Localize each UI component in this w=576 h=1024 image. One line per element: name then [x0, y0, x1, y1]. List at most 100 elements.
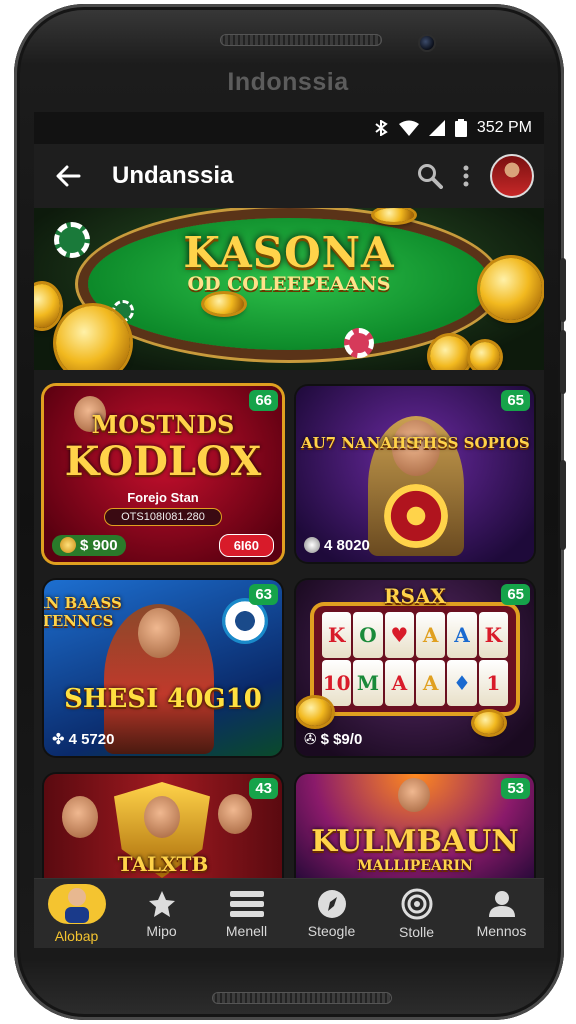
card-footer: 4 8020: [296, 528, 534, 562]
bottom-speaker: [212, 992, 392, 1004]
game-card[interactable]: WIORN BAASS SANTENNCS SHESI 40G10 63 ✤ 4…: [44, 580, 282, 756]
bezel-label: Indonssia: [227, 68, 349, 96]
reel-symbol: A: [447, 612, 477, 658]
price-value: $ $9/0: [320, 730, 363, 748]
app-bar: Undanssia: [34, 144, 544, 208]
reel-symbol: ♦: [447, 660, 477, 706]
nav-label: Alobap: [54, 927, 99, 944]
game-subtitle: MALLIPEARIN: [357, 858, 473, 874]
game-title: KULMBAUN: [311, 824, 519, 859]
price-value: 4 5720: [68, 730, 115, 748]
price-value: 4 8020: [324, 536, 370, 554]
compass-icon: [317, 889, 346, 918]
game-card[interactable]: AU7 NANAHS FHSS SOPIOS 65 4 8020: [296, 386, 534, 562]
card-footer: ✤ 4 5720: [44, 722, 282, 756]
nav-label: Mipo: [146, 922, 177, 939]
status-time: 352 PM: [476, 119, 532, 136]
reel-symbol: A: [416, 660, 446, 706]
chip-icon: [304, 537, 320, 553]
wifi-icon: [398, 120, 419, 136]
nav-item-steogle[interactable]: Steogle: [289, 879, 374, 948]
gold-coin: [374, 208, 414, 222]
nav-item-home[interactable]: Alobap: [34, 879, 119, 948]
card-footer: ✇ $ $9/0: [296, 722, 534, 756]
search-button[interactable]: [412, 158, 448, 194]
page-title: Undanssia: [112, 162, 234, 189]
hero-banner[interactable]: KASONA OD COLEEPEAANS: [34, 208, 544, 370]
target-icon: [401, 888, 432, 919]
poker-chip: [344, 328, 374, 358]
game-code: OTS108I081.280: [104, 508, 222, 526]
game-card[interactable]: KULMBAUN MALLIPEARIN 53: [296, 774, 534, 878]
game-subtitle: Forejo Stan: [127, 490, 199, 505]
battery-icon: [454, 119, 467, 137]
reel-symbol: M: [353, 660, 383, 706]
nav-label: Menell: [225, 922, 268, 939]
count-badge: 53: [501, 778, 530, 799]
puzzle-icon: [148, 890, 175, 917]
price-tag: 4 8020: [304, 537, 370, 554]
nav-label: Steogle: [307, 922, 356, 939]
hero-title: KASONA: [183, 228, 395, 277]
price-tag: ✇ $ $9/0: [304, 730, 363, 749]
price-tag: $ 900: [52, 534, 126, 556]
character-face: [62, 796, 98, 838]
reel-symbol: O: [353, 612, 383, 658]
reel-symbol: A: [416, 612, 446, 658]
more-vert-icon: [463, 165, 469, 187]
count-badge: 66: [249, 390, 278, 411]
search-icon: [418, 164, 443, 189]
nav-item-mipo[interactable]: Mipo: [119, 879, 204, 948]
bottom-navigation: Alobap Mipo Menell Steogle Stolle Mennos: [34, 878, 544, 948]
chip-icon: ✤: [52, 731, 65, 748]
game-card[interactable]: TALXTB 43: [44, 774, 282, 878]
back-button[interactable]: [50, 158, 86, 194]
game-title: MOSTNDS: [91, 410, 235, 439]
count-badge: 65: [501, 584, 530, 605]
slot-reels: K O ♥ A A K 10 M A A ♦ 1: [322, 612, 508, 706]
count-badge: 65: [501, 390, 530, 411]
game-title-large: KODLOX: [64, 438, 262, 485]
signal-icon: [428, 120, 445, 136]
menu-list-icon: [229, 890, 264, 917]
reel-symbol: A: [384, 660, 414, 706]
more-options-button[interactable]: [448, 158, 484, 194]
nav-item-mennos[interactable]: Mennos: [459, 879, 544, 948]
nav-item-menell[interactable]: Menell: [204, 879, 289, 948]
chip-icon: ✇: [304, 731, 317, 748]
card-footer: $ 900 6I60: [44, 528, 282, 562]
game-card[interactable]: MOSTNDS KODLOX Forejo Stan OTS108I081.28…: [44, 386, 282, 562]
gold-coin: [430, 336, 470, 370]
reel-symbol: 10: [322, 660, 352, 706]
volume-down-button: [560, 330, 566, 394]
play-button[interactable]: 6I60: [218, 533, 274, 557]
gold-coin: [204, 294, 244, 314]
volume-up-button: [560, 258, 566, 322]
power-button: [560, 460, 566, 550]
home-avatar-icon: [47, 883, 106, 924]
count-badge: 43: [249, 778, 278, 799]
arrow-left-icon: [56, 165, 81, 187]
coin-icon: [60, 537, 76, 553]
hero-subtitle: OD COLEEPEAANS: [187, 273, 391, 295]
earpiece-speaker: [220, 34, 382, 46]
nav-label: Stolle: [398, 923, 435, 940]
reel-symbol: 1: [478, 660, 508, 706]
game-card[interactable]: K O ♥ A A K 10 M A A ♦ 1 RSAX 65 ✇ $ $9/0: [296, 580, 534, 756]
profile-avatar[interactable]: [490, 154, 534, 198]
price-value: $ 900: [80, 536, 118, 554]
status-bar: 352 PM: [34, 112, 544, 144]
character-face: [138, 608, 180, 658]
gold-coin: [470, 342, 500, 370]
nav-label: Mennos: [476, 922, 527, 939]
person-icon: [488, 890, 515, 917]
nav-item-stolle[interactable]: Stolle: [374, 879, 459, 948]
character-face: [398, 778, 430, 812]
game-title-large: SHESI 40G10: [64, 684, 262, 714]
character-face: [218, 794, 252, 834]
app-screen: 352 PM Undanssia KASONA OD COLEEPEAANS M…: [34, 112, 544, 948]
game-title: RSAX: [383, 584, 447, 608]
gold-coin: [56, 306, 130, 370]
price-tag: ✤ 4 5720: [52, 730, 115, 749]
front-camera: [418, 34, 436, 52]
